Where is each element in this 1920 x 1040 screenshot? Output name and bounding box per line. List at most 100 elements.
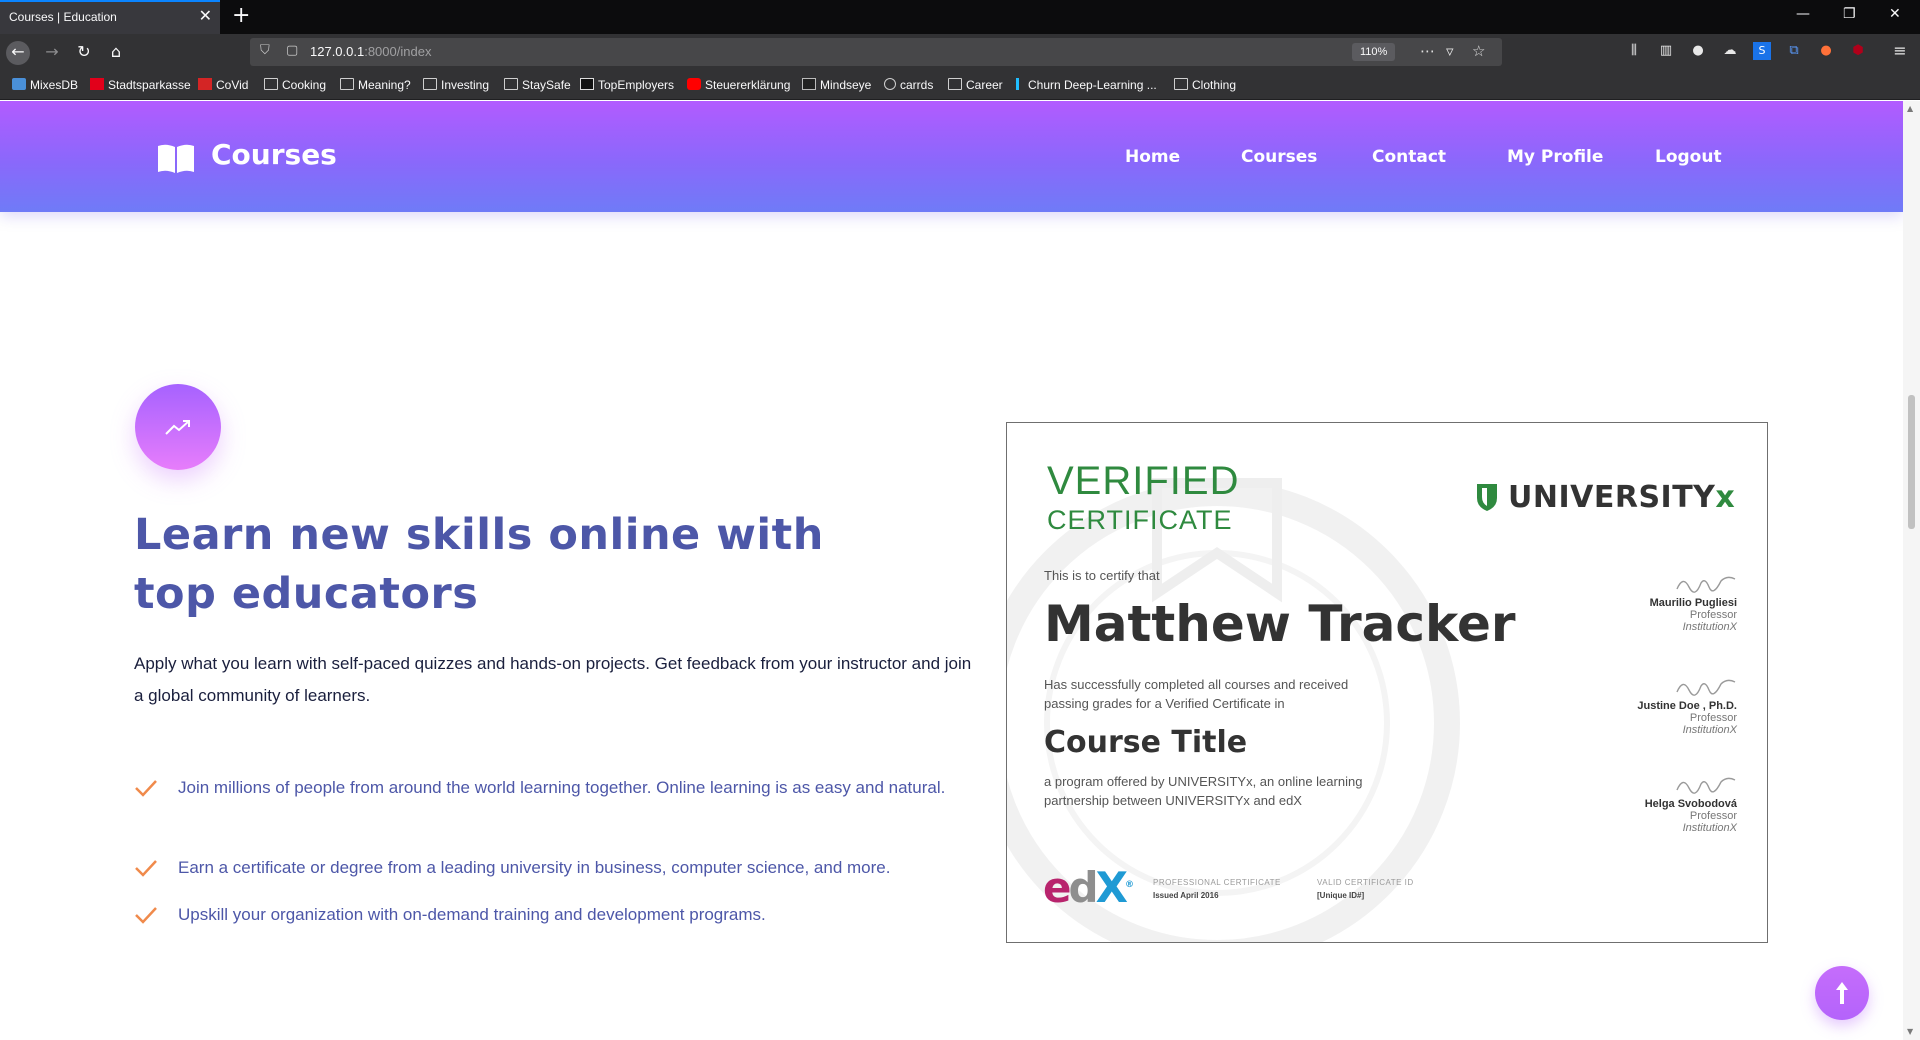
folder-icon [423, 78, 437, 90]
bookmark-label: Career [966, 78, 1003, 92]
university-main: UNIVERSITY [1508, 480, 1716, 515]
zoom-level-badge[interactable]: 110% [1352, 43, 1396, 61]
library-icon[interactable]: ⫼ [1625, 42, 1643, 60]
bookmark-mixesdb[interactable]: MixesDB [12, 77, 78, 93]
cert-valid-id-label: VALID CERTIFICATE ID [1317, 878, 1414, 887]
bookmark-staysafe[interactable]: StaySafe [504, 77, 571, 93]
folder-icon [264, 78, 278, 90]
cert-completion-text: Has successfully completed all courses a… [1044, 677, 1349, 711]
bookmark-label: Cooking [282, 78, 327, 92]
forward-arrow-icon[interactable]: → [40, 41, 64, 65]
restore-button[interactable]: ❐ [1843, 6, 1856, 22]
nav-logout[interactable]: Logout [1655, 147, 1722, 167]
bookmark-steuererklaerung[interactable]: Steuererklärung [687, 77, 790, 93]
folder-icon [948, 78, 962, 90]
url-path: :8000/index [364, 44, 432, 59]
ublock-icon[interactable]: ⬢ [1849, 42, 1867, 60]
globe-icon [884, 78, 896, 90]
extension-s-icon[interactable]: S [1753, 42, 1771, 60]
trending-up-badge [135, 384, 221, 470]
bookmark-label: Clothing [1192, 78, 1237, 92]
address-bar[interactable]: ⛉ ▢ 127.0.0.1:8000/index 110% ⋯ ▿ ☆ [250, 38, 1502, 66]
cert-unique-id: [Unique ID#] [1317, 891, 1365, 900]
duckduckgo-icon[interactable]: ● [1817, 42, 1835, 60]
bookmark-cooking[interactable]: Cooking [264, 77, 326, 93]
bookmark-label: Churn Deep-Learning ... [1028, 78, 1157, 92]
page-scrollbar[interactable]: ▲ ▼ [1903, 101, 1920, 1040]
logo-text: Courses [211, 138, 337, 171]
university-logo-text: UNIVERSITYx [1508, 480, 1735, 515]
extension-cloud-icon[interactable]: ☁ [1721, 42, 1739, 60]
feature-intro: Apply what you learn with self-paced qui… [134, 654, 972, 705]
bookmarks-toolbar: MixesDB Stadtsparkasse CoVid Cooking Mea… [0, 70, 1920, 100]
tab-close-icon[interactable]: ✕ [199, 8, 212, 24]
account-icon[interactable]: ● [1689, 42, 1707, 60]
cert-recipient-name: Matthew Tracker [1044, 595, 1516, 653]
bookmark-topemployers[interactable]: TopEmployers [580, 77, 674, 93]
cert-certify-text: This is to certify that [1044, 568, 1160, 583]
cert-id-info: VALID CERTIFICATE ID [Unique ID#] [1317, 878, 1414, 900]
reload-icon[interactable]: ↻ [72, 41, 96, 65]
bookmark-churn[interactable]: Churn Deep-Learning ... [1016, 77, 1157, 93]
new-tab-button[interactable]: + [232, 4, 250, 28]
bookmark-stadtsparkasse[interactable]: Stadtsparkasse [90, 77, 191, 93]
bookmark-mindseye[interactable]: Mindseye [802, 77, 871, 93]
more-actions-icon[interactable]: ⋯ [1420, 42, 1435, 60]
signatory-institution: InstitutionX [1682, 822, 1737, 834]
bookmark-covid[interactable]: CoVid [198, 77, 248, 93]
edx-registered-mark: ® [1124, 880, 1134, 890]
bookmark-meaning[interactable]: Meaning? [340, 77, 411, 93]
signatory-institution: InstitutionX [1682, 621, 1737, 633]
back-arrow-icon[interactable]: ← [6, 41, 30, 65]
sidebar-icon[interactable]: ▥ [1657, 42, 1675, 60]
arrow-up-icon [1836, 982, 1848, 1004]
folder-icon [504, 78, 518, 90]
page-content: Courses Home Courses Contact My Profile … [0, 101, 1903, 1040]
tracking-shield-icon[interactable]: ⛉ [260, 43, 270, 58]
minimize-button[interactable]: — [1796, 6, 1810, 22]
kaggle-icon [1016, 78, 1024, 90]
scrollbar-thumb[interactable] [1908, 395, 1915, 529]
nav-my-profile[interactable]: My Profile [1507, 147, 1603, 167]
feature-headline: Learn new skills online with top educato… [134, 510, 824, 619]
medium-icon [580, 78, 594, 90]
signature-scribble [1676, 679, 1736, 696]
hamburger-menu-icon[interactable]: ≡ [1891, 42, 1909, 60]
bookmark-career[interactable]: Career [948, 77, 1003, 93]
bookmark-label: StaySafe [522, 78, 571, 92]
bookmark-carrds[interactable]: carrds [884, 77, 933, 93]
signatory-title: Professor [1689, 810, 1737, 822]
certificate-image: VERIFIED CERTIFICATE UNIVERSITYx This is… [1006, 422, 1768, 943]
signatory-title: Professor [1689, 609, 1737, 621]
scroll-down-arrow-icon[interactable]: ▼ [1907, 1027, 1913, 1036]
signatory: Justine Doe , Ph.D. Professor Institutio… [1557, 674, 1737, 736]
cert-issue-info: PROFESSIONAL CERTIFICATE Issued April 20… [1153, 878, 1281, 900]
nav-home[interactable]: Home [1125, 147, 1180, 167]
nav-contact[interactable]: Contact [1372, 147, 1446, 167]
browser-tab-active[interactable]: Courses | Education ✕ [0, 0, 220, 34]
close-window-button[interactable]: ✕ [1889, 6, 1901, 22]
scroll-up-arrow-icon[interactable]: ▲ [1907, 104, 1913, 113]
list-item-text: Earn a certificate or degree from a lead… [178, 858, 891, 877]
browser-tab-bar: Courses | Education ✕ + — ❐ ✕ [0, 0, 1920, 34]
site-header: Courses Home Courses Contact My Profile … [0, 101, 1903, 212]
page-info-icon[interactable]: ▢ [286, 43, 298, 58]
bookmark-label: Meaning? [358, 78, 411, 92]
sparkasse-icon [90, 78, 104, 90]
nav-courses[interactable]: Courses [1241, 147, 1317, 167]
signatory-name: Justine Doe , Ph.D. [1637, 700, 1737, 712]
home-icon[interactable]: ⌂ [104, 41, 128, 65]
bookmark-label: Steuererklärung [705, 78, 791, 92]
url-text[interactable]: 127.0.0.1:8000/index [310, 44, 431, 59]
bookmark-clothing[interactable]: Clothing [1174, 77, 1236, 93]
pocket-icon[interactable]: ▿ [1446, 42, 1454, 60]
bookmark-star-icon[interactable]: ☆ [1472, 42, 1485, 60]
translate-icon[interactable]: ⧉ [1785, 42, 1803, 60]
folder-icon [1174, 78, 1188, 90]
back-to-top-button[interactable] [1815, 966, 1869, 1020]
signatory-title: Professor [1689, 712, 1737, 724]
bookmark-investing[interactable]: Investing [423, 77, 489, 93]
mindseye-icon [802, 78, 816, 90]
cert-certificate-label: CERTIFICATE [1047, 505, 1233, 535]
trending-up-icon [165, 420, 190, 435]
